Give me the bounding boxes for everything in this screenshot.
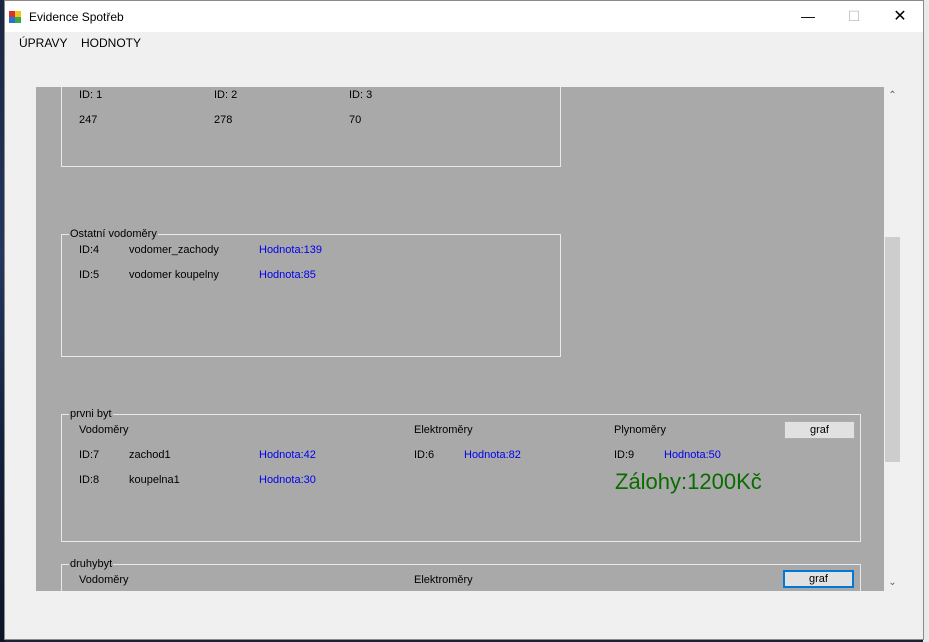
meter-name: koupelna1 <box>129 474 180 486</box>
window-title: Evidence Spotřeb <box>29 10 124 24</box>
plynomery-label: Plynoměry <box>614 424 666 436</box>
group-druhy-byt: druhybyt Vodoměry Elektroměry graf <box>61 558 861 591</box>
menu-bar: ÚPRAVY HODNOTY <box>5 32 923 54</box>
meter-value-link[interactable]: Hodnota:30 <box>259 474 316 486</box>
meter-value-link[interactable]: Hodnota:42 <box>259 449 316 461</box>
graf-button[interactable]: graf <box>784 421 855 439</box>
meter-id: ID:4 <box>79 244 100 256</box>
elektromery-label: Elektroměry <box>414 574 473 586</box>
meter-id: ID:8 <box>79 474 100 486</box>
meter-id: ID:5 <box>79 269 100 281</box>
vertical-scrollbar[interactable]: ⌃ ⌄ <box>884 87 901 591</box>
graf-button[interactable]: graf <box>783 570 854 588</box>
scroll-down-icon[interactable]: ⌄ <box>884 574 901 591</box>
meter-name: zachod1 <box>129 449 171 461</box>
menu-upravy[interactable]: ÚPRAVY <box>19 36 67 50</box>
group-ostatni-vodomery: Ostatní vodoměry ID:4 vodomer_zachody Ho… <box>61 228 561 357</box>
scrollbar-thumb[interactable] <box>885 237 900 462</box>
group-title: Ostatní vodoměry <box>69 228 158 241</box>
meter-value: 70 <box>349 114 362 126</box>
meter-name: vodomer_zachody <box>129 244 219 256</box>
maximize-icon[interactable]: ☐ <box>831 1 877 32</box>
meter-id: ID:6 <box>414 449 435 461</box>
meter-value: 247 <box>79 114 98 126</box>
group-title: druhybyt <box>69 558 114 571</box>
meter-value-link[interactable]: Hodnota:82 <box>464 449 521 461</box>
meter-value-link[interactable]: Hodnota:50 <box>664 449 721 461</box>
vodomery-label: Vodoměry <box>79 424 129 436</box>
app-icon <box>9 11 21 23</box>
group-title: prvni byt <box>69 408 113 421</box>
group-prvni-byt: prvni byt Vodoměry Elektroměry Plynoměry… <box>61 408 861 542</box>
title-bar[interactable]: Evidence Spotřeb — ☐ ✕ <box>5 1 923 32</box>
meter-id: ID:9 <box>614 449 635 461</box>
app-window: Evidence Spotřeb — ☐ ✕ ÚPRAVY HODNOTY ID… <box>4 0 924 640</box>
minimize-icon[interactable]: — <box>785 1 831 32</box>
meter-value: 278 <box>214 114 233 126</box>
elektromery-label: Elektroměry <box>414 424 473 436</box>
meter-id: ID: 1 <box>79 89 103 101</box>
menu-hodnoty[interactable]: HODNOTY <box>81 36 141 50</box>
meter-name: vodomer koupelny <box>129 269 219 281</box>
scroll-panel: ID: 1 ID: 2 ID: 3 247 278 70 Ostatní vod… <box>36 87 884 591</box>
meter-value-link[interactable]: Hodnota:139 <box>259 244 322 256</box>
scroll-up-icon[interactable]: ⌃ <box>884 87 901 104</box>
group-top: ID: 1 ID: 2 ID: 3 247 278 70 <box>61 87 561 167</box>
meter-value-link[interactable]: Hodnota:85 <box>259 269 316 281</box>
close-icon[interactable]: ✕ <box>877 1 923 32</box>
zalohy-label: Zálohy:1200Kč <box>615 469 762 494</box>
meter-id: ID: 2 <box>214 89 238 101</box>
meter-id: ID:7 <box>79 449 100 461</box>
vodomery-label: Vodoměry <box>79 574 129 586</box>
meter-id: ID: 3 <box>349 89 373 101</box>
